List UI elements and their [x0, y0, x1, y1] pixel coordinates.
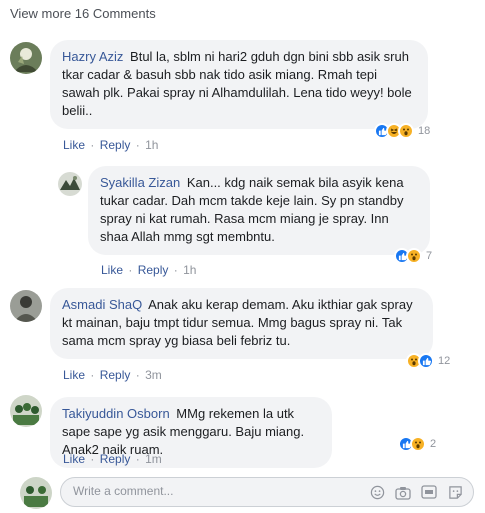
comment-time[interactable]: 1m — [145, 452, 162, 466]
comment-bubble: Asmadi ShaQ Anak aku kerap demam. Aku ik… — [50, 288, 433, 359]
like-link[interactable]: Like — [63, 452, 85, 466]
avatar-image — [10, 42, 42, 74]
avatar[interactable] — [10, 395, 42, 427]
avatar-image — [10, 290, 42, 322]
avatar[interactable] — [10, 42, 42, 74]
reaction-count: 18 — [418, 125, 431, 137]
avatar-image — [20, 477, 52, 509]
like-link[interactable]: Like — [63, 368, 85, 382]
comment-actions: Like · Reply · 1h — [63, 138, 158, 152]
reaction-summary[interactable]: 7 — [394, 248, 432, 264]
wow-icon — [398, 123, 414, 139]
comment-composer — [60, 477, 474, 507]
reaction-summary[interactable]: 12 — [406, 353, 450, 369]
wow-icon — [406, 248, 422, 264]
view-more-comments-link[interactable]: View more 16 Comments — [10, 6, 156, 21]
separator: · — [128, 263, 133, 277]
comment-time[interactable]: 1h — [183, 263, 196, 277]
comment-actions: Like · Reply · 1h — [101, 263, 196, 277]
separator: · — [90, 138, 95, 152]
reply-link[interactable]: Reply — [100, 138, 131, 152]
camera-icon[interactable] — [395, 484, 411, 500]
separator: · — [135, 452, 140, 466]
reaction-summary[interactable]: 2 — [398, 436, 436, 452]
comment-time[interactable]: 3m — [145, 368, 162, 382]
reply-link[interactable]: Reply — [100, 368, 131, 382]
separator: · — [135, 138, 140, 152]
comment-actions: Like · Reply · 1m — [63, 452, 162, 466]
reply-link[interactable]: Reply — [100, 452, 131, 466]
reaction-summary[interactable]: 18 — [374, 123, 430, 139]
like-link[interactable]: Like — [63, 138, 85, 152]
avatar-image — [58, 172, 82, 196]
comment-bubble: Hazry Aziz Btul la, sblm ni hari2 gduh d… — [50, 40, 428, 129]
separator: · — [173, 263, 178, 277]
comment-author[interactable]: Takiyuddin Osborn — [62, 406, 170, 421]
comment-bubble: Syakilla Zizan Kan... kdg naik semak bil… — [88, 166, 430, 255]
comment-author[interactable]: Syakilla Zizan — [100, 175, 180, 190]
comment-author[interactable]: Asmadi ShaQ — [62, 297, 142, 312]
current-user-avatar[interactable] — [20, 477, 52, 509]
reaction-count: 7 — [426, 250, 433, 262]
avatar-image — [10, 395, 42, 427]
avatar[interactable] — [58, 172, 82, 196]
reply-link[interactable]: Reply — [138, 263, 169, 277]
like-link[interactable]: Like — [101, 263, 123, 277]
avatar[interactable] — [10, 290, 42, 322]
reaction-count: 2 — [430, 438, 437, 450]
sticker-icon[interactable] — [447, 484, 463, 500]
composer-icons — [369, 484, 463, 500]
comment-author[interactable]: Hazry Aziz — [62, 49, 123, 64]
comment-time[interactable]: 1h — [145, 138, 158, 152]
like-icon — [418, 353, 434, 369]
wow-icon — [410, 436, 426, 452]
comment-actions: Like · Reply · 3m — [63, 368, 162, 382]
reaction-count: 12 — [438, 355, 451, 367]
write-comment-input[interactable] — [73, 484, 333, 498]
separator: · — [135, 368, 140, 382]
separator: · — [90, 452, 95, 466]
emoji-icon[interactable] — [369, 484, 385, 500]
separator: · — [90, 368, 95, 382]
gif-icon[interactable] — [421, 484, 437, 500]
